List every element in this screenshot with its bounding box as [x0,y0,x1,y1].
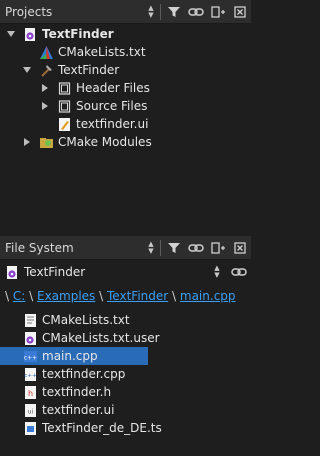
toolbar-separator [160,239,161,256]
link-icon[interactable] [185,237,207,259]
breadcrumb-separator: \ [99,289,104,303]
ts-file-icon [22,420,38,436]
file-row[interactable]: CMakeLists.txt [0,311,251,329]
breadcrumb-textfinder[interactable]: TextFinder [107,289,168,303]
tree-item-label: TextFinder [42,27,114,41]
tree-item-root[interactable]: TextFinder [0,25,251,43]
expanded-arrow-icon[interactable] [22,65,32,75]
collapsed-arrow-icon[interactable] [40,83,50,93]
tree-item-header-files[interactable]: Header Files [0,79,251,97]
combo-arrows-icon[interactable]: ▲ ▼ [210,261,224,283]
split-icon[interactable] [207,237,229,259]
filesystem-toolbar: File System ▲ ▼ [0,236,251,260]
hammer-icon [38,62,54,78]
tree-item-ui-file[interactable]: textfinder.ui [0,115,251,133]
collapsed-arrow-icon[interactable] [22,137,32,147]
filesystem-title: File System [5,240,74,255]
breadcrumb-examples[interactable]: Examples [37,289,95,303]
file-name: textfinder.h [42,385,112,399]
close-icon[interactable] [229,1,251,23]
tree-item-source-files[interactable]: Source Files [0,97,251,115]
file-name: textfinder.cpp [42,367,126,381]
file-name: main.cpp [42,349,98,363]
file-row[interactable]: TextFinder_de_DE.ts [0,419,251,437]
cmake-file-icon [22,312,38,328]
project-tree: TextFinder CMakeLists.txt TextFinder Hea… [0,24,251,234]
file-row[interactable]: h textfinder.h [0,383,251,401]
svg-text:c++: c++ [24,373,37,379]
directory-combo-value: TextFinder [24,265,86,279]
project-icon [4,264,20,280]
breadcrumb-file[interactable]: main.cpp [180,289,236,303]
modules-folder-icon [38,134,54,150]
tree-item-label: Source Files [76,99,148,113]
breadcrumb: \ C: \ Examples \ TextFinder \ main.cpp [5,289,236,303]
folder-icon [56,98,72,114]
svg-text:ui: ui [27,408,33,415]
filter-icon[interactable] [163,1,185,23]
file-row[interactable]: c++ textfinder.cpp [0,365,251,383]
project-icon [22,26,38,42]
projects-toolbar: Projects ▲ ▼ [0,0,251,24]
file-row[interactable]: ui textfinder.ui [0,401,251,419]
tree-item-label: TextFinder [58,63,120,77]
cpp-file-icon: c++ [22,348,38,364]
projects-title: Projects [5,4,53,19]
cpp-file-icon: c++ [22,366,38,382]
close-icon[interactable] [229,237,251,259]
header-file-icon: h [22,384,38,400]
tree-item-cmake-modules[interactable]: CMake Modules [0,133,251,151]
svg-text:h: h [27,389,32,398]
directory-combo[interactable]: TextFinder ▲ ▼ [4,262,224,282]
tree-item-label: CMakeLists.txt [58,45,146,59]
view-switch-arrows-icon[interactable]: ▲ ▼ [144,237,158,259]
toolbar-separator [160,3,161,20]
tree-item-label: CMake Modules [58,135,152,149]
split-icon[interactable] [207,1,229,23]
folder-icon [56,80,72,96]
file-name: CMakeLists.txt [42,313,130,327]
breadcrumb-separator: \ [172,289,177,303]
tree-item-label: textfinder.ui [76,117,149,131]
filter-icon[interactable] [163,237,185,259]
svg-text:c++: c++ [23,354,36,361]
file-name: CMakeLists.txt.user [42,331,160,345]
cmake-file-icon [38,44,54,60]
file-row[interactable]: CMakeLists.txt.user [0,329,251,347]
file-name: textfinder.ui [42,403,115,417]
ui-file-icon: ui [22,402,38,418]
tree-item-target[interactable]: TextFinder [0,61,251,79]
tree-item-cmakelists[interactable]: CMakeLists.txt [0,43,251,61]
view-switch-arrows-icon[interactable]: ▲ ▼ [144,1,158,23]
breadcrumb-c[interactable]: C: [13,289,25,303]
file-row-selected[interactable]: c++ main.cpp [0,347,148,365]
breadcrumb-separator: \ [29,289,34,303]
file-name: TextFinder_de_DE.ts [42,421,162,435]
ui-form-file-icon [56,116,72,132]
sync-link-icon[interactable] [229,262,249,282]
tree-item-label: Header Files [76,81,150,95]
expanded-arrow-icon[interactable] [6,29,16,39]
collapsed-arrow-icon[interactable] [40,101,50,111]
xml-file-icon [22,330,38,346]
link-icon[interactable] [185,1,207,23]
breadcrumb-root: \ [5,289,10,303]
